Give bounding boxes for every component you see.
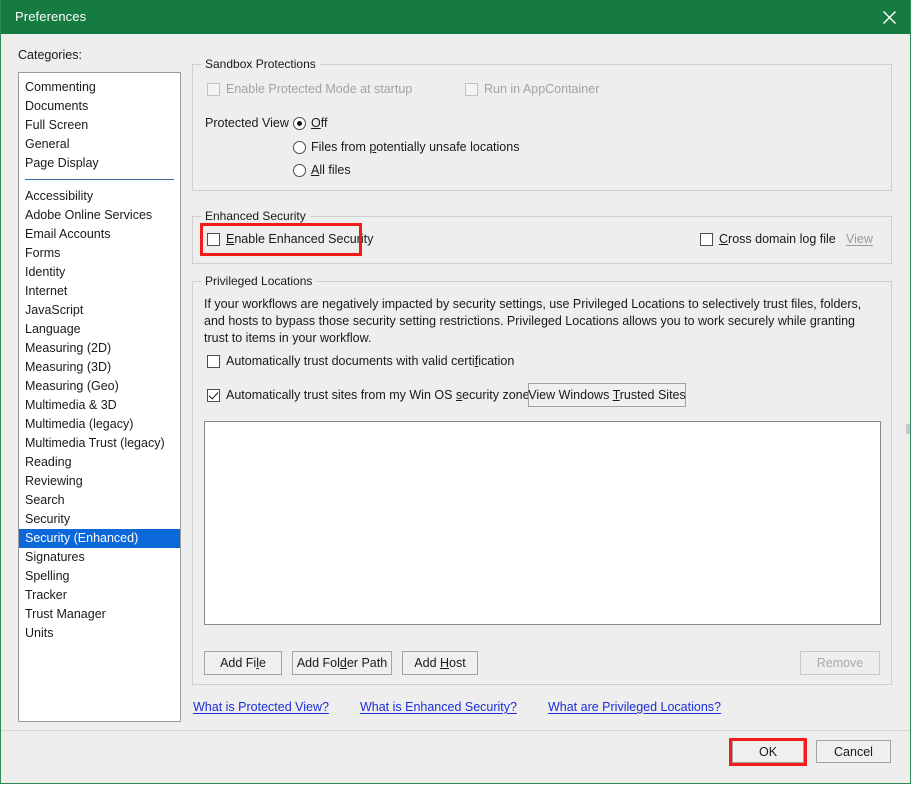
edge-artifact bbox=[906, 424, 910, 434]
ok-label: OK bbox=[758, 744, 778, 759]
checkbox-glyph bbox=[700, 232, 713, 246]
sidebar-item-identity[interactable]: Identity bbox=[19, 263, 180, 282]
remove-button[interactable]: Remove bbox=[800, 651, 880, 675]
cross-domain-log-file-checkbox[interactable]: Cross domain log file bbox=[700, 232, 836, 246]
checkbox-glyph bbox=[207, 354, 220, 368]
link-what-is-enhanced-security[interactable]: What is Enhanced Security? bbox=[360, 700, 517, 714]
cross-domain-log-file-label: Cross domain log file bbox=[719, 232, 836, 246]
sidebar-item-page-display[interactable]: Page Display bbox=[19, 154, 180, 173]
sidebar-item-measuring-geo[interactable]: Measuring (Geo) bbox=[19, 377, 180, 396]
sidebar-item-units[interactable]: Units bbox=[19, 624, 180, 643]
help-links: What is Protected View? What is Enhanced… bbox=[193, 700, 721, 714]
sidebar-item-measuring-3d[interactable]: Measuring (3D) bbox=[19, 358, 180, 377]
add-folder-path-button[interactable]: Add Folder Path bbox=[292, 651, 392, 675]
protected-view-option-all-files-label: All files bbox=[311, 163, 351, 177]
close-icon[interactable] bbox=[866, 0, 910, 34]
protected-view-label: Protected View bbox=[205, 116, 289, 130]
link-what-is-protected-view[interactable]: What is Protected View? bbox=[193, 700, 329, 714]
view-windows-trusted-sites-label: View Windows Trusted Sites bbox=[528, 388, 686, 402]
sidebar-item-reading[interactable]: Reading bbox=[19, 453, 180, 472]
enable-enhanced-security-checkbox[interactable]: Enable Enhanced Security bbox=[207, 232, 373, 246]
sidebar-item-security-enhanced[interactable]: Security (Enhanced) bbox=[19, 529, 180, 548]
sidebar-item-full-screen[interactable]: Full Screen bbox=[19, 116, 180, 135]
add-folder-path-label: Add Folder Path bbox=[296, 656, 388, 670]
sandbox-protections-title: Sandbox Protections bbox=[201, 57, 320, 71]
window-title: Preferences bbox=[15, 9, 87, 24]
add-host-button[interactable]: Add Host bbox=[402, 651, 478, 675]
run-in-appcontainer-checkbox[interactable]: Run in AppContainer bbox=[465, 82, 599, 96]
sidebar-item-security[interactable]: Security bbox=[19, 510, 180, 529]
footer-divider bbox=[1, 730, 910, 731]
protected-view-option-all-files[interactable]: All files bbox=[293, 163, 351, 177]
sidebar-item-multimedia-trust-legacy[interactable]: Multimedia Trust (legacy) bbox=[19, 434, 180, 453]
auto-trust-sites-label: Automatically trust sites from my Win OS… bbox=[226, 388, 536, 402]
protected-view-option-off[interactable]: Off bbox=[293, 116, 327, 130]
add-file-button[interactable]: Add File bbox=[204, 651, 282, 675]
auto-trust-sites-checkbox[interactable]: Automatically trust sites from my Win OS… bbox=[207, 388, 536, 402]
link-what-are-privileged-locations[interactable]: What are Privileged Locations? bbox=[548, 700, 721, 714]
privileged-locations-title: Privileged Locations bbox=[201, 274, 317, 288]
cancel-label: Cancel bbox=[834, 744, 873, 759]
ok-button[interactable]: OK bbox=[732, 740, 804, 763]
categories-label: Categories: bbox=[18, 48, 82, 62]
radio-glyph bbox=[293, 163, 306, 177]
categories-group-primary: Commenting Documents Full Screen General… bbox=[19, 78, 180, 173]
sidebar-item-reviewing[interactable]: Reviewing bbox=[19, 472, 180, 491]
sidebar-item-internet[interactable]: Internet bbox=[19, 282, 180, 301]
enable-enhanced-security-label: Enable Enhanced Security bbox=[226, 232, 374, 246]
add-file-label: Add File bbox=[220, 656, 266, 670]
cancel-button[interactable]: Cancel bbox=[816, 740, 891, 763]
sidebar-item-measuring-2d[interactable]: Measuring (2D) bbox=[19, 339, 180, 358]
sidebar-item-multimedia-legacy[interactable]: Multimedia (legacy) bbox=[19, 415, 180, 434]
sidebar-item-adobe-online-services[interactable]: Adobe Online Services bbox=[19, 206, 180, 225]
enable-protected-mode-label: Enable Protected Mode at startup bbox=[226, 82, 413, 96]
categories-divider bbox=[25, 179, 174, 180]
checkbox-glyph bbox=[207, 82, 220, 96]
categories-list[interactable]: Commenting Documents Full Screen General… bbox=[18, 72, 181, 722]
sidebar-item-email-accounts[interactable]: Email Accounts bbox=[19, 225, 180, 244]
sidebar-item-javascript[interactable]: JavaScript bbox=[19, 301, 180, 320]
sidebar-item-general[interactable]: General bbox=[19, 135, 180, 154]
auto-trust-documents-label: Automatically trust documents with valid… bbox=[226, 354, 515, 368]
sidebar-item-commenting[interactable]: Commenting bbox=[19, 78, 180, 97]
radio-glyph bbox=[293, 116, 306, 130]
remove-label: Remove bbox=[816, 656, 864, 670]
sidebar-item-search[interactable]: Search bbox=[19, 491, 180, 510]
radio-glyph bbox=[293, 140, 306, 154]
enable-protected-mode-checkbox[interactable]: Enable Protected Mode at startup bbox=[207, 82, 412, 96]
sidebar-item-trust-manager[interactable]: Trust Manager bbox=[19, 605, 180, 624]
title-bar: Preferences bbox=[1, 0, 910, 34]
sidebar-item-language[interactable]: Language bbox=[19, 320, 180, 339]
sidebar-item-spelling[interactable]: Spelling bbox=[19, 567, 180, 586]
preferences-dialog: Preferences Categories: Commenting Docum… bbox=[0, 0, 911, 784]
view-windows-trusted-sites-button[interactable]: View Windows Trusted Sites bbox=[528, 383, 686, 407]
sidebar-item-forms[interactable]: Forms bbox=[19, 244, 180, 263]
privileged-locations-description: If your workflows are negatively impacte… bbox=[204, 297, 862, 345]
add-host-label: Add Host bbox=[414, 656, 466, 670]
checkbox-glyph bbox=[207, 388, 220, 402]
sidebar-item-multimedia-3d[interactable]: Multimedia & 3D bbox=[19, 396, 180, 415]
checkbox-glyph bbox=[465, 82, 478, 96]
categories-group-secondary: Accessibility Adobe Online Services Emai… bbox=[19, 187, 180, 643]
auto-trust-documents-checkbox[interactable]: Automatically trust documents with valid… bbox=[207, 354, 514, 368]
run-in-appcontainer-label: Run in AppContainer bbox=[484, 82, 600, 96]
sidebar-item-tracker[interactable]: Tracker bbox=[19, 586, 180, 605]
checkbox-glyph bbox=[207, 232, 220, 246]
privileged-locations-list[interactable] bbox=[204, 421, 881, 625]
protected-view-option-unsafe-locations[interactable]: Files from potentially unsafe locations bbox=[293, 140, 519, 154]
sidebar-item-documents[interactable]: Documents bbox=[19, 97, 180, 116]
sidebar-item-accessibility[interactable]: Accessibility bbox=[19, 187, 180, 206]
enhanced-security-title: Enhanced Security bbox=[201, 209, 310, 223]
protected-view-option-unsafe-locations-label: Files from potentially unsafe locations bbox=[311, 140, 520, 154]
sidebar-item-signatures[interactable]: Signatures bbox=[19, 548, 180, 567]
protected-view-option-off-label: Off bbox=[311, 116, 328, 130]
view-log-link[interactable]: View bbox=[846, 232, 873, 246]
